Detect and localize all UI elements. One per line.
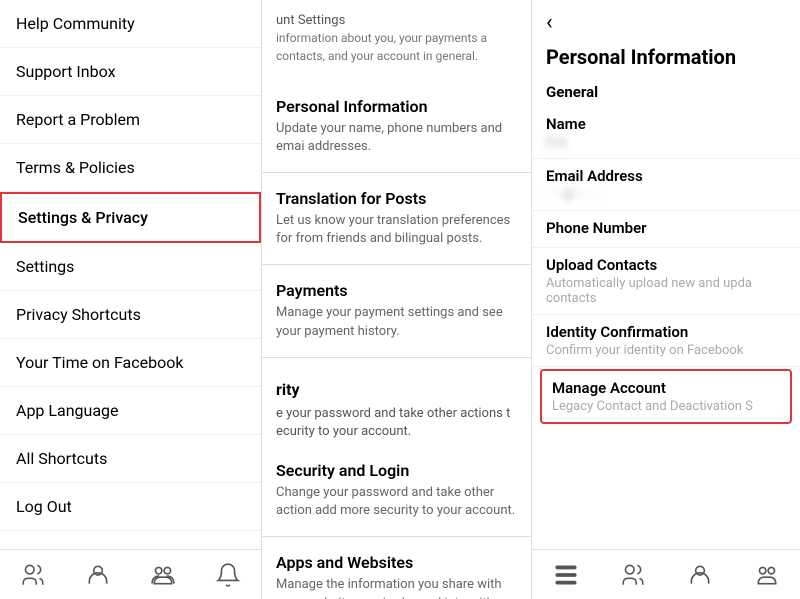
info-item[interactable]: Email Address ·····@···.··· [532,159,800,211]
info-label: Upload Contacts [546,256,786,274]
left-bottom-nav [0,549,261,599]
left-panel: Help CommunitySupport InboxReport a Prob… [0,0,262,599]
left-menu-item[interactable]: Settings [0,243,261,291]
info-value: Automatically upload new and upda contac… [546,276,786,306]
top-bar: ‹ [532,0,800,41]
left-menu: Help CommunitySupport InboxReport a Prob… [0,0,261,531]
right-panel: ‹ Personal Information General Name Eva Em… [532,0,800,599]
security-desc: e your password and take other actions t… [262,403,531,449]
account-settings-header: unt Settings information about you, your… [262,0,531,73]
middle-sections: Personal Information Update your name, p… [262,85,531,362]
section-desc: Let us know your translation preferences… [276,212,517,248]
info-label: Phone Number [546,219,786,237]
group-icon-r[interactable] [753,561,781,589]
info-value: Legacy Contact and Deactivation S [552,399,780,414]
left-menu-item[interactable]: Settings & Privacy [0,192,261,243]
menu-icon-r[interactable] [552,561,580,589]
info-item[interactable]: Upload Contacts Automatically upload new … [532,248,800,315]
info-label: Identity Confirmation [546,323,786,341]
security-section-title: Apps and Websites [276,553,517,572]
security-section-title: Security and Login [276,461,517,480]
security-section-desc: Manage the information you share with ap… [276,576,517,599]
middle-panel: unt Settings information about you, your… [262,0,532,599]
info-item[interactable]: Identity Confirmation Confirm your identi… [532,315,800,367]
section-desc: Update your name, phone numbers and emai… [276,120,517,156]
left-menu-item[interactable]: Log Out [0,483,261,531]
group-icon[interactable] [149,561,177,589]
info-value: Eva [546,135,786,150]
bell-icon[interactable] [214,561,242,589]
divider [262,536,531,537]
right-bottom-nav [532,549,800,599]
info-label: Email Address [546,167,786,185]
person-icon-r[interactable] [686,561,714,589]
general-heading: General [532,77,800,107]
settings-section[interactable]: Translation for Posts Let us know your t… [262,177,531,260]
left-menu-item[interactable]: Report a Problem [0,96,261,144]
left-menu-item[interactable]: App Language [0,387,261,435]
divider [262,357,531,358]
security-label: rity [262,370,531,403]
info-item[interactable]: Name Eva [532,107,800,159]
settings-section[interactable]: Payments Manage your payment settings an… [262,269,531,352]
info-label: Name [546,115,786,133]
section-title: Payments [276,281,517,300]
back-arrow-icon[interactable]: ‹ [546,10,553,35]
left-menu-item[interactable]: Terms & Policies [0,144,261,192]
left-menu-item[interactable]: All Shortcuts [0,435,261,483]
page-title: Personal Information [532,41,800,77]
security-sections: Security and Login Change your password … [262,449,531,599]
info-item[interactable]: Manage Account Legacy Contact and Deactiv… [540,369,792,424]
left-menu-item[interactable]: Support Inbox [0,48,261,96]
divider [262,264,531,265]
right-items: Name Eva Email Address ·····@···.··· Phone N… [532,107,800,426]
security-section-item[interactable]: Security and Login Change your password … [262,449,531,532]
divider [262,172,531,173]
person-icon[interactable] [84,561,112,589]
section-title: Personal Information [276,97,517,116]
settings-section[interactable]: Personal Information Update your name, p… [262,85,531,168]
info-value: Confirm your identity on Facebook [546,343,786,358]
left-menu-item[interactable]: Your Time on Facebook [0,339,261,387]
info-item[interactable]: Phone Number [532,211,800,248]
section-desc: Manage your payment settings and see you… [276,304,517,340]
left-menu-item[interactable]: Privacy Shortcuts [0,291,261,339]
security-section-item[interactable]: Apps and Websites Manage the information… [262,541,531,599]
left-menu-item[interactable]: Help Community [0,0,261,48]
security-section-desc: Change your password and take other acti… [276,484,517,520]
people-icon-r[interactable] [619,561,647,589]
info-value: ·····@···.··· [546,187,786,202]
people-icon[interactable] [19,561,47,589]
section-title: Translation for Posts [276,189,517,208]
info-label: Manage Account [552,379,780,397]
